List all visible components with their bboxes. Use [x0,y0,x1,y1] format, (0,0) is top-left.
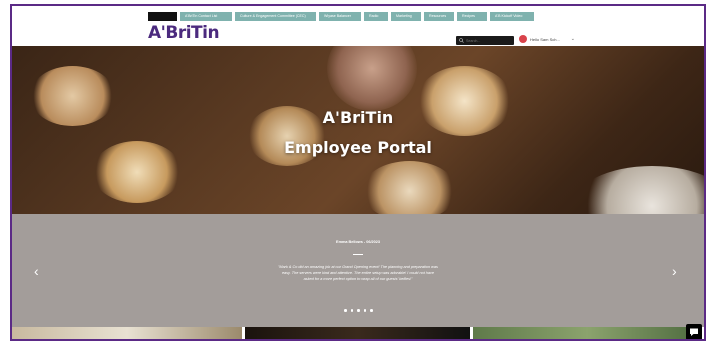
nav-item-resources[interactable]: Resources [424,12,454,21]
gallery-image[interactable] [473,327,702,339]
user-name: Hello Sam Sch... [530,36,560,42]
gallery-image[interactable] [245,327,470,339]
divider [353,254,363,255]
gallery-image[interactable] [12,327,242,339]
slider-next-button[interactable]: › [672,263,677,279]
slider-dot[interactable] [350,309,353,312]
nav-item-kickoff-video[interactable]: A'B Kickoff Video [490,12,534,21]
top-nav: A'BriTin Contact List Culture & Engageme… [148,12,534,21]
nav-item-marketing[interactable]: Marketing [391,12,421,21]
search-icon [459,38,464,43]
slider-dots [344,309,373,312]
nav-item-wiyase[interactable]: Wiyase Balancer [319,12,361,21]
nav-item-recipes[interactable]: Recipes [457,12,487,21]
search-bar[interactable] [456,36,514,45]
slider-prev-button[interactable]: ‹ [34,263,39,279]
brand-logo[interactable]: A'BriTin [148,23,220,43]
hero-subtitle: Employee Portal [284,138,432,157]
nav-item-contact-list[interactable]: A'BriTin Contact List [180,12,232,21]
chat-icon [690,328,698,336]
testimonial-author: Emma Bellows - 06/2023 [336,240,380,244]
slider-dot[interactable] [370,309,373,312]
search-input[interactable] [466,38,514,43]
testimonial-quote: "Mark & Co did an amazing job at our Gra… [278,265,438,281]
testimonial-slider: Emma Bellows - 06/2023 "Mark & Co did an… [12,214,704,327]
hero-title: A'BriTin [322,108,394,127]
image-gallery [12,327,704,339]
user-menu[interactable]: Hello Sam Sch... ⌄ [519,35,575,43]
page-frame: A'BriTin Contact List Culture & Engageme… [10,4,706,341]
chat-button[interactable] [686,324,702,339]
nav-item-radio[interactable]: Radio [364,12,388,21]
hero-banner: A'BriTin Employee Portal [12,46,704,214]
hero-decor-image [572,166,704,214]
chevron-down-icon[interactable]: ⌄ [571,36,575,42]
hero-hand-image [327,46,417,111]
slider-dot[interactable] [344,309,347,312]
avatar [519,35,527,43]
slider-dot[interactable] [357,309,360,312]
nav-item-cec[interactable]: Culture & Engagement Committee (CEC) [235,12,316,21]
hero-food-image [362,161,457,214]
slider-dot[interactable] [363,309,366,312]
nav-item-home[interactable] [148,12,177,21]
